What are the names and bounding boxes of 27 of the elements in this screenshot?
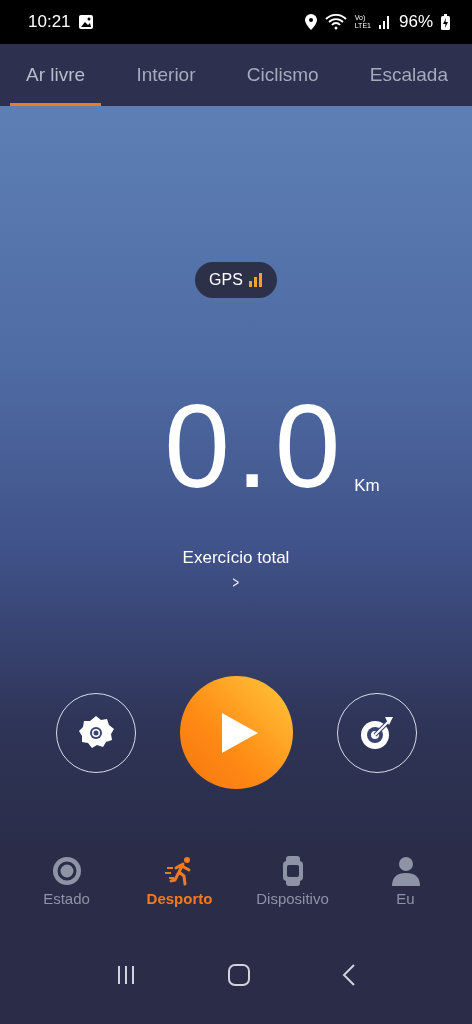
image-icon bbox=[78, 15, 93, 29]
settings-icon bbox=[77, 714, 114, 751]
sport-tab[interactable]: Ciclismo bbox=[230, 44, 335, 106]
battery-percent: 96% bbox=[398, 12, 433, 32]
chevron-link[interactable]: > bbox=[232, 574, 240, 592]
battery-charging-icon bbox=[441, 14, 450, 30]
nav-item[interactable]: Desporto bbox=[129, 856, 230, 940]
location-icon bbox=[304, 14, 317, 30]
recent-apps-icon[interactable] bbox=[116, 965, 136, 985]
sport-tab[interactable]: Interior bbox=[120, 44, 212, 106]
distance-unit: Km bbox=[354, 476, 380, 496]
target-icon bbox=[358, 714, 395, 751]
sport-tab[interactable]: Escalada bbox=[353, 44, 464, 106]
nav-item[interactable]: Dispositivo bbox=[242, 856, 343, 940]
gps-signal-icon bbox=[248, 273, 263, 287]
play-icon bbox=[222, 712, 258, 753]
wifi-icon bbox=[324, 14, 347, 30]
signal-icon bbox=[378, 15, 391, 29]
person-icon bbox=[391, 856, 420, 886]
nav-item[interactable]: Eu bbox=[355, 856, 456, 940]
total-exercise-link[interactable]: Exercício total bbox=[182, 548, 290, 568]
distance-value: 0.0 bbox=[164, 394, 347, 498]
nav-item[interactable]: Estado bbox=[16, 856, 117, 940]
back-icon[interactable] bbox=[342, 964, 356, 986]
gps-indicator: GPS bbox=[195, 262, 277, 298]
status-time: 10:21 bbox=[28, 12, 71, 32]
home-icon[interactable] bbox=[228, 964, 250, 986]
